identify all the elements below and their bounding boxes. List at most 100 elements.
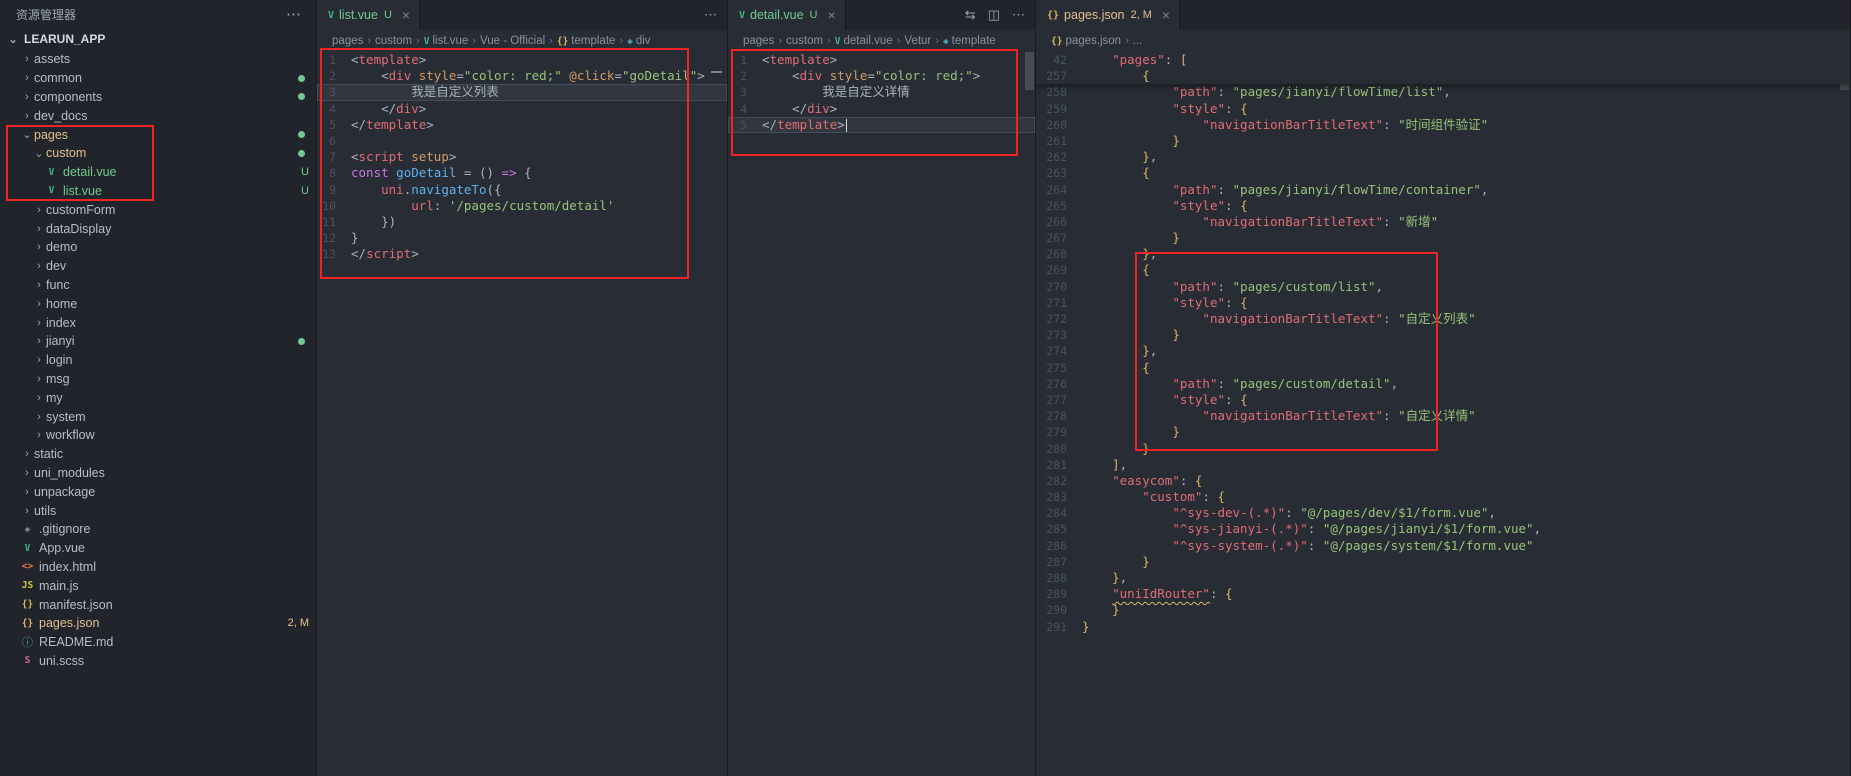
code-editor-pages-json[interactable]: 42 "pages": [257 { 258 "path": "pages/ji… — [1036, 52, 1850, 776]
code-line-286[interactable]: 286 "^sys-system-(.*)": "@/pages/system/… — [1036, 538, 1850, 554]
close-icon[interactable]: × — [828, 7, 836, 23]
code-editor-detail-vue[interactable]: 1<template>2 <div style="color: red;">3 … — [728, 52, 1035, 776]
code-line-8[interactable]: 8const goDetail = () => { — [317, 165, 727, 181]
code-line-277[interactable]: 277 "style": { — [1036, 392, 1850, 408]
tree-root-folder[interactable]: ⌄ LEARUN_APP — [0, 28, 316, 50]
code-line-265[interactable]: 265 "style": { — [1036, 198, 1850, 214]
code-line-42[interactable]: 42 "pages": [ — [1036, 52, 1850, 68]
tree-item-system[interactable]: ›system — [0, 407, 316, 426]
breadcrumb-item-custom[interactable]: custom — [375, 35, 412, 47]
code-line-12[interactable]: 12} — [317, 230, 727, 246]
split-editor-icon[interactable]: ◫ — [988, 7, 1000, 23]
code-editor-list-vue[interactable]: 1<template>2 <div style="color: red;" @c… — [317, 52, 727, 776]
code-line-281[interactable]: 281 ], — [1036, 457, 1850, 473]
code-line-258[interactable]: 258 "path": "pages/jianyi/flowTime/list"… — [1036, 84, 1850, 100]
breadcrumb-item-vue-official[interactable]: Vue - Official — [480, 35, 545, 47]
tree-item-components[interactable]: ›components — [0, 88, 316, 107]
tree-item-common[interactable]: ›common — [0, 69, 316, 88]
tree-item-detail-vue[interactable]: Vdetail.vueU — [0, 163, 316, 182]
tree-item-msg[interactable]: ›msg — [0, 370, 316, 389]
tree-item-utils[interactable]: ›utils — [0, 501, 316, 520]
tree-item-assets[interactable]: ›assets — [0, 50, 316, 69]
code-line-284[interactable]: 284 "^sys-dev-(.*)": "@/pages/dev/$1/for… — [1036, 505, 1850, 521]
tree-item-jianyi[interactable]: ›jianyi — [0, 332, 316, 351]
more-actions-icon[interactable]: ⋯ — [1012, 7, 1025, 23]
code-line-1[interactable]: 1<template> — [317, 52, 727, 68]
tree-item-login[interactable]: ›login — [0, 351, 316, 370]
code-line-5[interactable]: 5</template> — [317, 117, 727, 133]
code-line-259[interactable]: 259 "style": { — [1036, 101, 1850, 117]
tab-detail-vue[interactable]: Vdetail.vueU× — [728, 0, 846, 30]
breadcrumb-item-pages[interactable]: pages — [743, 35, 774, 47]
code-line-287[interactable]: 287 } — [1036, 554, 1850, 570]
tree-item-uni-scss[interactable]: Suni.scss — [0, 652, 316, 671]
tree-item-pages-json[interactable]: {}pages.json2, M — [0, 614, 316, 633]
code-line-9[interactable]: 9 uni.navigateTo({ — [317, 182, 727, 198]
code-line-257[interactable]: 257 { — [1036, 68, 1850, 84]
code-line-4[interactable]: 4 </div> — [728, 101, 1035, 117]
code-line-289[interactable]: 289 "uniIdRouter": { — [1036, 586, 1850, 602]
code-line-7[interactable]: 7<script setup> — [317, 149, 727, 165]
tree-item-my[interactable]: ›my — [0, 388, 316, 407]
code-line-270[interactable]: 270 "path": "pages/custom/list", — [1036, 279, 1850, 295]
close-icon[interactable]: × — [1162, 7, 1170, 23]
tree-item-app-vue[interactable]: VApp.vue — [0, 539, 316, 558]
tree-item-customform[interactable]: ›customForm — [0, 200, 316, 219]
code-line-260[interactable]: 260 "navigationBarTitleText": "时间组件验证" — [1036, 117, 1850, 133]
code-line-1[interactable]: 1<template> — [728, 52, 1035, 68]
breadcrumb-item-div[interactable]: ◈div — [627, 35, 650, 47]
close-icon[interactable]: × — [402, 7, 410, 23]
code-line-283[interactable]: 283 "custom": { — [1036, 489, 1850, 505]
code-line-278[interactable]: 278 "navigationBarTitleText": "自定义详情" — [1036, 408, 1850, 424]
tree-item-unpackage[interactable]: ›unpackage — [0, 482, 316, 501]
code-line-273[interactable]: 273 } — [1036, 327, 1850, 343]
code-line-263[interactable]: 263 { — [1036, 165, 1850, 181]
code-line-10[interactable]: 10 url: '/pages/custom/detail' — [317, 198, 727, 214]
breadcrumb-item-[interactable]: ... — [1133, 35, 1143, 47]
tree-item-main-js[interactable]: JSmain.js — [0, 576, 316, 595]
breadcrumb-item-list-vue[interactable]: Vlist.vue — [424, 35, 469, 47]
code-line-276[interactable]: 276 "path": "pages/custom/detail", — [1036, 376, 1850, 392]
code-line-272[interactable]: 272 "navigationBarTitleText": "自定义列表" — [1036, 311, 1850, 327]
code-line-264[interactable]: 264 "path": "pages/jianyi/flowTime/conta… — [1036, 182, 1850, 198]
breadcrumb-item-template[interactable]: {}template — [557, 35, 616, 47]
code-line-6[interactable]: 6 — [317, 133, 727, 149]
code-line-4[interactable]: 4 </div> — [317, 101, 727, 117]
tree-item-readme-md[interactable]: ⓘREADME.md — [0, 633, 316, 652]
breadcrumb-item-pages[interactable]: pages — [332, 35, 363, 47]
code-line-267[interactable]: 267 } — [1036, 230, 1850, 246]
code-line-285[interactable]: 285 "^sys-jianyi-(.*)": "@/pages/jianyi/… — [1036, 521, 1850, 537]
tree-item-workflow[interactable]: ›workflow — [0, 426, 316, 445]
tree-item-gitignore[interactable]: ◈.gitignore — [0, 520, 316, 539]
tree-item-list-vue[interactable]: Vlist.vueU — [0, 182, 316, 201]
code-line-262[interactable]: 262 }, — [1036, 149, 1850, 165]
tree-item-uni-modules[interactable]: ›uni_modules — [0, 464, 316, 483]
code-line-275[interactable]: 275 { — [1036, 360, 1850, 376]
code-line-274[interactable]: 274 }, — [1036, 343, 1850, 359]
tab-list-vue[interactable]: Vlist.vueU× — [317, 0, 420, 30]
code-line-266[interactable]: 266 "navigationBarTitleText": "新增" — [1036, 214, 1850, 230]
code-line-11[interactable]: 11 }) — [317, 214, 727, 230]
more-actions-icon[interactable]: ⋯ — [704, 7, 717, 23]
code-line-2[interactable]: 2 <div style="color: red;"> — [728, 68, 1035, 84]
code-line-3[interactable]: 3 我是自定义列表 — [317, 84, 727, 100]
code-line-290[interactable]: 290 } — [1036, 602, 1850, 618]
code-line-271[interactable]: 271 "style": { — [1036, 295, 1850, 311]
breadcrumb-item-vetur[interactable]: Vetur — [904, 35, 931, 47]
compare-changes-icon[interactable]: ⇆ — [965, 7, 976, 23]
code-line-5[interactable]: 5</template> — [728, 117, 1035, 133]
breadcrumb-item-pages-json[interactable]: {}pages.json — [1051, 35, 1121, 47]
code-line-268[interactable]: 268 }, — [1036, 246, 1850, 262]
code-line-13[interactable]: 13</script> — [317, 246, 727, 262]
tree-item-custom[interactable]: ⌄custom — [0, 144, 316, 163]
code-line-269[interactable]: 269 { — [1036, 262, 1850, 278]
breadcrumb-item-template[interactable]: ◈template — [943, 35, 996, 47]
code-line-3[interactable]: 3 我是自定义详情 — [728, 84, 1035, 100]
breadcrumb-item-custom[interactable]: custom — [786, 35, 823, 47]
more-actions-icon[interactable]: ⋯ — [286, 5, 302, 23]
tree-item-index[interactable]: ›index — [0, 313, 316, 332]
tab-pages-json[interactable]: {}pages.json2, M× — [1036, 0, 1180, 30]
tree-item-dev-docs[interactable]: ›dev_docs — [0, 106, 316, 125]
tree-item-pages[interactable]: ⌄pages — [0, 125, 316, 144]
code-line-282[interactable]: 282 "easycom": { — [1036, 473, 1850, 489]
